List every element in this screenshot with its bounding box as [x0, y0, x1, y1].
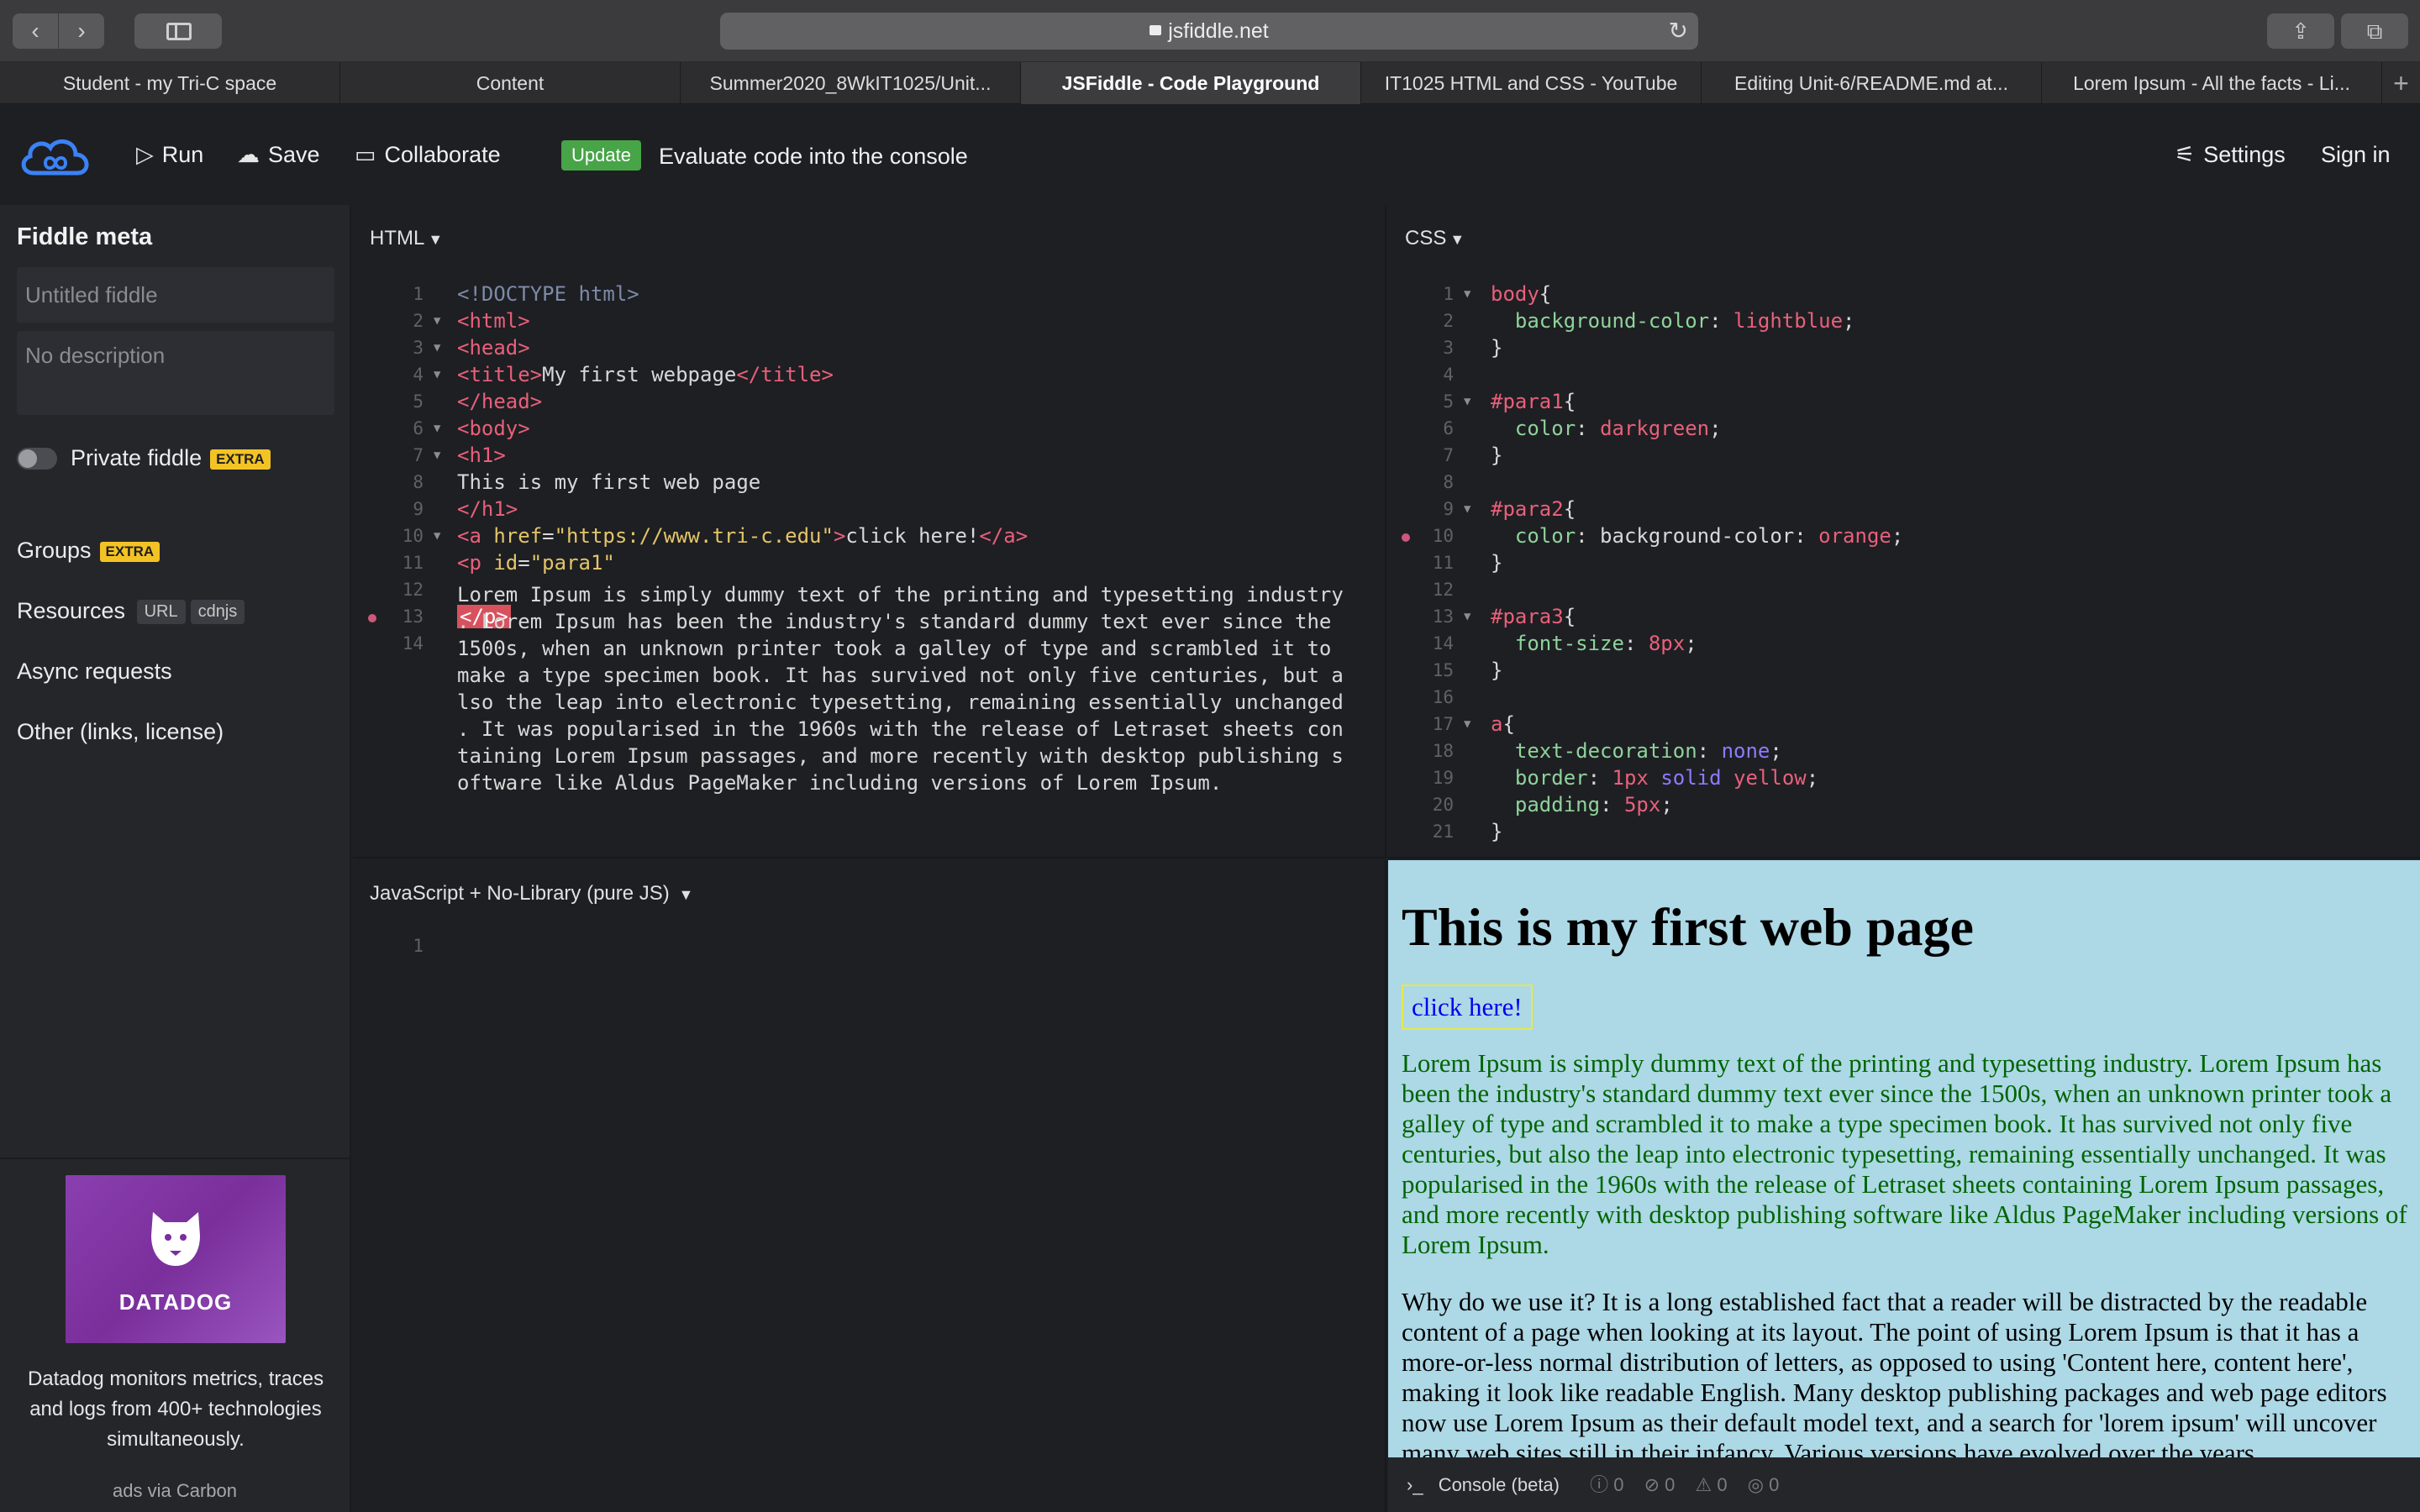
log-count: ◎ 0	[1747, 1474, 1780, 1495]
extra-badge: EXTRA	[210, 449, 271, 470]
share-button[interactable]: ⇪	[2267, 13, 2334, 49]
console-label: Console (beta)	[1438, 1474, 1560, 1495]
browser-toolbar: ‹ › jsfiddle.net ↻ ⇪ ⧉	[0, 0, 2420, 62]
html-paragraph-code[interactable]: Lorem Ipsum is simply dummy text of the …	[457, 581, 1373, 796]
log-count-value: 0	[1769, 1474, 1780, 1495]
css-panel-title[interactable]: CSS ▼	[1405, 227, 1465, 250]
result-paragraph-1: Lorem Ipsum is simply dummy text of the …	[1402, 1048, 2407, 1259]
resources-label: Resources	[17, 598, 126, 623]
private-fiddle-label: Private fiddle EXTRA	[71, 445, 271, 471]
tab-content[interactable]: Content	[340, 62, 681, 104]
update-badge: Update	[561, 140, 641, 171]
address-bar[interactable]: jsfiddle.net ↻	[720, 13, 1698, 50]
forward-button[interactable]: ›	[59, 13, 104, 49]
sidebar-title: Fiddle meta	[17, 223, 153, 250]
play-icon: ▷	[136, 142, 154, 167]
divider	[0, 1158, 350, 1159]
extra-badge: EXTRA	[99, 541, 160, 562]
tab-youtube[interactable]: IT1025 HTML and CSS - YouTube	[1361, 62, 1702, 104]
info-count-value: 0	[1613, 1474, 1624, 1495]
private-fiddle-text: Private fiddle	[71, 445, 203, 470]
result-paragraph-2: Why do we use it? It is a long establish…	[1402, 1287, 2387, 1457]
new-tab-button[interactable]: +	[2382, 62, 2420, 103]
fiddle-name-input[interactable]: Untitled fiddle	[17, 267, 334, 323]
save-button[interactable]: ☁ Save	[237, 138, 320, 171]
url-text: jsfiddle.net	[1168, 19, 1269, 43]
js-line-number: 1	[413, 936, 424, 956]
sidebar-item-resources[interactable]: Resources URL cdnjs	[17, 598, 245, 625]
cloud-upload-icon: ☁	[237, 142, 260, 167]
sliders-icon: ⚟	[2175, 142, 2196, 167]
ad-image[interactable]: DATADOG	[66, 1175, 286, 1343]
lock-icon	[1150, 25, 1162, 36]
cdnjs-chip[interactable]: cdnjs	[190, 600, 245, 625]
warning-count-value: 0	[1717, 1474, 1728, 1495]
js-editor-panel[interactable]: JavaScript + No-Library (pure JS) ▼ 1	[353, 860, 1386, 1512]
result-link[interactable]: click here!	[1402, 984, 1533, 1030]
error-count-value: 0	[1665, 1474, 1676, 1495]
sidebar-item-other[interactable]: Other (links, license)	[17, 719, 224, 745]
private-fiddle-toggle[interactable]	[17, 448, 57, 470]
console-bar[interactable]: ›_ Console (beta) ⓘ 0 ⊘ 0 ⚠ 0 ◎ 0	[1388, 1457, 2420, 1512]
css-editor-panel[interactable]: CSS ▼ 1 ▼ body{ 2 background-color: lightbl…	[1388, 205, 2420, 858]
caret-down-icon: ▼	[1449, 231, 1465, 248]
caret-down-icon: ▼	[678, 886, 694, 903]
reload-icon[interactable]: ↻	[1669, 13, 1688, 50]
datadog-logo-icon	[151, 1212, 200, 1266]
ad-via-link[interactable]: ads via Carbon	[0, 1480, 350, 1502]
result-heading: This is my first web page	[1402, 897, 1974, 957]
html-title-text: HTML	[370, 227, 425, 249]
sidebar-item-async[interactable]: Async requests	[17, 659, 172, 685]
jsfiddle-header: ▷ Run ☁ Save ▭ Collaborate Update Evaluate …	[0, 104, 2420, 205]
result-preview[interactable]: This is my first web page click here! Lo…	[1388, 860, 2420, 1457]
warning-count: ⚠ 0	[1695, 1474, 1728, 1495]
sidebar-icon	[166, 23, 192, 40]
jsfiddle-logo-icon[interactable]	[17, 129, 94, 181]
html-editor-panel[interactable]: HTML ▼ 1 <!DOCTYPE html> 2 ▼ <html> 3 ▼ <head>…	[353, 205, 1386, 858]
caret-down-icon: ▼	[428, 231, 444, 248]
collaborate-button[interactable]: ▭ Collaborate	[355, 138, 501, 171]
fiddle-description-input[interactable]: No description	[17, 331, 334, 415]
ad-brand: DATADOG	[118, 1289, 233, 1315]
tab-overview-button[interactable]: ⧉	[2341, 13, 2408, 49]
info-count: ⓘ 0	[1590, 1474, 1624, 1495]
html-panel-title[interactable]: HTML ▼	[370, 227, 443, 250]
tab-lorem-ipsum[interactable]: Lorem Ipsum - All the facts - Li...	[2042, 62, 2382, 104]
js-title-text: JavaScript + No-Library (pure JS)	[370, 882, 670, 905]
back-button[interactable]: ‹	[13, 13, 58, 49]
settings-button[interactable]: ⚟ Settings	[2175, 138, 2286, 171]
css-code[interactable]: 1 ▼ body{ 2 background-color: lightblue; 3…	[1388, 281, 2420, 845]
error-count: ⊘ 0	[1644, 1474, 1676, 1495]
sidebar-toggle-button[interactable]	[134, 13, 222, 49]
fiddle-meta-sidebar: Fiddle meta Untitled fiddle No descripti…	[0, 205, 351, 1512]
js-panel-title[interactable]: JavaScript + No-Library (pure JS) ▼	[370, 882, 693, 906]
sidebar-item-groups[interactable]: Groups EXTRA	[17, 538, 160, 564]
tab-bar: Student - my Tri-C space Content Summer2…	[0, 62, 2420, 104]
screen: ‹ › jsfiddle.net ↻ ⇪ ⧉ Student - my Tri-…	[0, 0, 2420, 1512]
tab-student[interactable]: Student - my Tri-C space	[0, 62, 340, 104]
groups-label: Groups	[17, 538, 92, 563]
run-label: Run	[161, 142, 204, 167]
sign-in-link[interactable]: Sign in	[2321, 138, 2391, 171]
save-label: Save	[268, 142, 320, 167]
tab-jsfiddle[interactable]: JSFiddle - Code Playground	[1021, 62, 1361, 104]
chat-icon: ▭	[355, 142, 376, 167]
tab-summer2020[interactable]: Summer2020_8WkIT1025/Unit...	[681, 62, 1021, 104]
tab-github-editing[interactable]: Editing Unit-6/README.md at...	[1702, 62, 2042, 104]
run-button[interactable]: ▷ Run	[136, 138, 203, 171]
settings-label: Settings	[2203, 142, 2286, 167]
collaborate-label: Collaborate	[384, 142, 501, 167]
evaluate-console-text: Evaluate code into the console	[659, 144, 968, 169]
js-code[interactable]: 1	[353, 932, 1385, 959]
url-chip[interactable]: URL	[136, 600, 186, 625]
terminal-icon: ›_	[1407, 1474, 1423, 1495]
ad-text[interactable]: Datadog monitors metrics, traces and log…	[12, 1364, 339, 1455]
css-title-text: CSS	[1405, 227, 1447, 249]
